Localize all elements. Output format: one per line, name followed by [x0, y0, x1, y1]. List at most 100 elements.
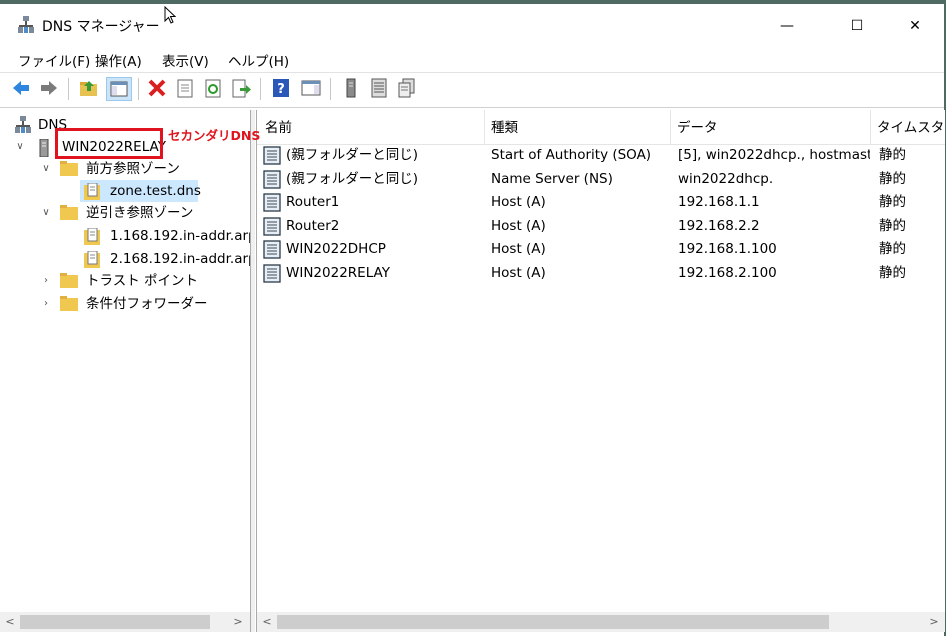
tree-item-forward-zones[interactable]: ∨ 前方参照ゾーン — [0, 158, 250, 180]
folder-icon — [60, 161, 78, 176]
zone-list-icon[interactable] — [368, 77, 390, 99]
tree-item-conditional-forwarders[interactable]: › 条件付フォワーダー — [0, 293, 250, 315]
column-header-timestamp[interactable]: タイムスタン — [871, 110, 945, 144]
menu-view[interactable]: 表示(V) — [162, 50, 209, 70]
cell-data: 192.168.2.100 — [678, 265, 777, 281]
table-row[interactable]: (親フォルダーと同じ) Start of Authority (SOA) [5], … — [257, 144, 945, 167]
table-row[interactable]: WIN2022DHCP Host (A) 192.168.1.100 静的 — [257, 238, 945, 261]
toolbar-separator — [260, 78, 261, 100]
cell-timestamp: 静的 — [879, 170, 906, 187]
export-list-icon[interactable] — [230, 77, 252, 99]
cell-type: Name Server (NS) — [491, 170, 613, 187]
show-hide-tree-icon[interactable] — [106, 77, 132, 101]
table-row[interactable]: WIN2022RELAY Host (A) 192.168.2.100 静的 — [257, 262, 945, 285]
cell-name: (親フォルダーと同じ) — [286, 147, 419, 163]
scroll-left-arrow-icon[interactable]: < — [257, 612, 277, 632]
tree-item-reverse-zone-1[interactable]: 1.168.192.in-addr.arpa — [80, 225, 250, 247]
cell-timestamp: 静的 — [879, 241, 906, 258]
cell-data: [5], win2022dhcp., hostmast... — [678, 147, 870, 163]
cell-type: Host (A) — [491, 241, 546, 258]
table-row[interactable]: Router2 Host (A) 192.168.2.2 静的 — [257, 215, 945, 238]
scroll-thumb[interactable] — [277, 615, 829, 629]
table-row[interactable]: Router1 Host (A) 192.168.1.1 静的 — [257, 191, 945, 214]
menu-file[interactable]: ファイル(F) — [18, 50, 90, 70]
menu-help[interactable]: ヘルプ(H) — [228, 50, 289, 70]
secondary-dns-annotation: セカンダリDNS — [168, 128, 261, 143]
tree-item-trust-points[interactable]: › トラスト ポイント — [0, 270, 250, 292]
tree-pane: DNS ∨ WIN2022RELAY ∨ 前方参照ゾーン zone.test.d… — [0, 110, 251, 632]
content-top-border — [0, 107, 944, 108]
cell-name: WIN2022RELAY — [286, 265, 390, 281]
cell-data: 192.168.2.2 — [678, 217, 760, 234]
expand-chevron-icon[interactable]: › — [40, 293, 52, 315]
server-icon — [39, 139, 49, 157]
tree-label-reverse-zones: 逆引き参照ゾーン — [86, 205, 194, 221]
dns-manager-window: DNS マネージャー — ☐ ✕ ファイル(F) 操作(A) 表示(V) ヘルプ… — [0, 0, 946, 636]
cell-name: WIN2022DHCP — [286, 241, 386, 258]
zone-icon — [84, 183, 100, 200]
dns-root-icon — [15, 116, 31, 133]
tree-item-reverse-zones[interactable]: ∨ 逆引き参照ゾーン — [0, 202, 250, 224]
column-header-type[interactable]: 種類 — [485, 110, 671, 144]
scroll-thumb[interactable] — [20, 615, 210, 629]
tree-label-trust-points: トラスト ポイント — [86, 273, 199, 289]
toolbar: ? — [0, 75, 944, 103]
toolbar-separator — [330, 78, 331, 100]
tree-item-zone-test-dns[interactable]: zone.test.dns — [80, 180, 201, 202]
tree-label-conditional-forwarders: 条件付フォワーダー — [86, 296, 208, 312]
pane-splitter[interactable] — [251, 110, 255, 632]
help-icon[interactable]: ? — [270, 77, 292, 99]
expand-chevron-icon[interactable]: › — [40, 270, 52, 292]
scroll-right-arrow-icon[interactable]: > — [228, 612, 248, 632]
cell-timestamp: 静的 — [879, 147, 906, 163]
minimize-button[interactable]: — — [764, 8, 810, 44]
column-header-data[interactable]: データ — [671, 110, 871, 144]
menu-bar: ファイル(F) 操作(A) 表示(V) ヘルプ(H) — [0, 48, 944, 70]
cell-timestamp: 静的 — [879, 194, 906, 211]
collapse-chevron-icon[interactable]: ∨ — [14, 136, 26, 158]
maximize-button[interactable]: ☐ — [834, 8, 880, 44]
delete-icon[interactable] — [146, 77, 168, 99]
action-pane-icon[interactable] — [300, 77, 322, 99]
forward-icon[interactable] — [38, 77, 60, 99]
tree-label-reverse-zone: 1.168.192.in-addr.arpa — [110, 228, 251, 244]
dns-record-icon — [263, 217, 281, 236]
dns-record-icon — [263, 146, 281, 165]
title-bar: DNS マネージャー — ☐ ✕ — [0, 4, 944, 44]
column-header-name[interactable]: 名前 — [257, 110, 485, 144]
collapse-chevron-icon[interactable]: ∨ — [40, 202, 52, 224]
cell-data: win2022dhcp. — [678, 170, 774, 187]
table-row[interactable]: (親フォルダーと同じ) Name Server (NS) win2022dhcp. 静… — [257, 168, 945, 191]
collapse-chevron-icon[interactable]: ∨ — [40, 158, 52, 180]
menu-separator — [0, 72, 944, 73]
highlight-box — [55, 128, 163, 159]
cell-type: Host (A) — [491, 217, 546, 234]
window-title: DNS マネージャー — [42, 19, 160, 35]
zone-copy-icon[interactable] — [396, 77, 418, 99]
scroll-right-arrow-icon[interactable]: > — [924, 612, 944, 632]
zone-icon — [84, 228, 100, 245]
list-horizontal-scrollbar[interactable]: < > — [257, 612, 945, 632]
properties-icon[interactable] — [174, 77, 196, 99]
close-button[interactable]: ✕ — [892, 8, 938, 44]
dns-record-icon — [263, 264, 281, 283]
toolbar-separator — [138, 78, 139, 100]
dns-record-icon — [263, 240, 281, 260]
up-folder-icon[interactable] — [78, 77, 100, 99]
tree-label-zone: zone.test.dns — [110, 183, 201, 199]
cell-timestamp: 静的 — [879, 265, 906, 281]
mouse-cursor-icon — [164, 6, 176, 24]
tree-horizontal-scrollbar[interactable]: < > — [0, 612, 250, 632]
menu-action[interactable]: 操作(A) — [95, 50, 142, 70]
back-icon[interactable] — [10, 77, 32, 99]
server-icon[interactable] — [340, 77, 362, 99]
cell-timestamp: 静的 — [879, 217, 906, 234]
scroll-left-arrow-icon[interactable]: < — [0, 612, 20, 632]
cell-name: Router2 — [286, 217, 340, 234]
tree-item-reverse-zone-2[interactable]: 2.168.192.in-addr.arpa — [80, 248, 250, 270]
cell-data: 192.168.1.1 — [678, 194, 760, 211]
folder-icon — [60, 296, 78, 311]
refresh-icon[interactable] — [202, 77, 224, 99]
dns-record-icon — [263, 193, 281, 212]
cell-type: Host (A) — [491, 265, 546, 281]
